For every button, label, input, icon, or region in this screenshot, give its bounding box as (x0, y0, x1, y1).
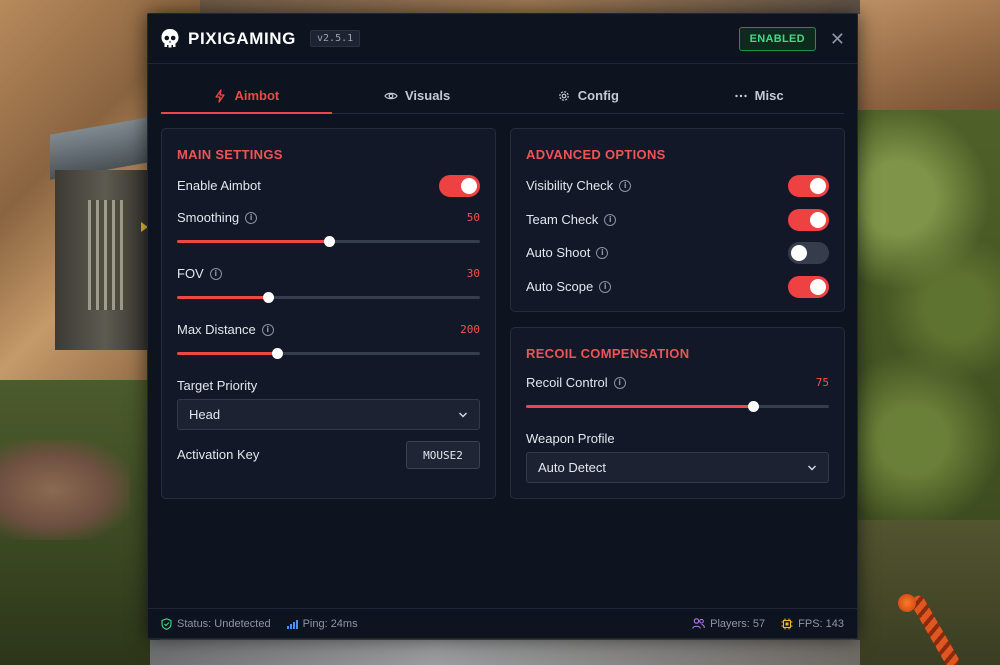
enable-aimbot-label: Enable Aimbot (177, 178, 261, 193)
info-icon[interactable]: i (619, 179, 632, 192)
skull-icon (161, 28, 179, 47)
info-icon[interactable]: i (261, 323, 274, 336)
chevron-down-icon (808, 465, 816, 470)
fov-label: FOV i (177, 266, 222, 281)
visibility-check-toggle[interactable] (788, 175, 829, 197)
weapon-profile-select[interactable]: Auto Detect (526, 452, 829, 483)
status-item: Status: Undetected (161, 618, 271, 630)
dots-icon (734, 94, 747, 97)
activation-key-button[interactable]: MOUSE2 (406, 441, 480, 469)
recoil-control-label: Recoil Control i (526, 375, 626, 390)
info-icon[interactable]: i (613, 376, 626, 389)
main-settings-card: MAIN SETTINGS Enable Aimbot Smoothing i … (161, 128, 496, 499)
slider-thumb[interactable] (748, 401, 760, 412)
auto-scope-label: Auto Scope i (526, 279, 612, 294)
smoothing-label: Smoothing i (177, 210, 258, 225)
players-item: Players: 57 (692, 618, 765, 630)
info-icon[interactable]: i (596, 246, 609, 259)
shield-check-icon (161, 617, 172, 630)
version-badge: v2.5.1 (310, 30, 361, 47)
card-title: RECOIL COMPENSATION (526, 346, 690, 361)
enabled-status-badge[interactable]: ENABLED (738, 26, 816, 51)
card-title: MAIN SETTINGS (177, 147, 283, 162)
fov-value: 30 (466, 267, 480, 280)
tab-visuals[interactable]: Visuals (332, 78, 503, 113)
cheat-menu-panel: PIXIGAMING v2.5.1 ENABLED ✕ Aimbot Visua… (147, 13, 858, 639)
close-icon[interactable]: ✕ (830, 30, 845, 48)
recoil-control-value: 75 (815, 376, 829, 389)
eye-icon (384, 92, 398, 99)
enable-aimbot-toggle[interactable] (439, 175, 480, 197)
ping-item: Ping: 24ms (286, 618, 358, 630)
chevron-down-icon (459, 412, 467, 417)
select-value: Head (189, 407, 221, 422)
recoil-compensation-card: RECOIL COMPENSATION Recoil Control i 75 … (510, 327, 845, 499)
tab-label: Visuals (404, 88, 451, 103)
info-icon[interactable]: i (599, 280, 612, 293)
users-icon (692, 618, 705, 629)
team-check-label: Team Check i (526, 212, 617, 227)
slider-thumb[interactable] (262, 292, 274, 303)
max-distance-value: 200 (460, 323, 480, 336)
cpu-icon (781, 618, 793, 629)
auto-shoot-toggle[interactable] (788, 242, 829, 264)
select-value: Auto Detect (538, 460, 606, 475)
brand-name: PIXIGAMING (188, 28, 297, 48)
logo: PIXIGAMING v2.5.1 (160, 28, 361, 50)
status-bar: Status: Undetected Ping: 24ms Players: 5… (148, 608, 857, 638)
tab-aimbot[interactable]: Aimbot (161, 78, 332, 114)
slider-thumb[interactable] (323, 236, 335, 247)
auto-shoot-label: Auto Shoot i (526, 245, 609, 260)
slider-thumb[interactable] (271, 348, 283, 359)
target-priority-select[interactable]: Head (177, 399, 480, 430)
max-distance-label: Max Distance i (177, 322, 274, 337)
weapon-profile-label: Weapon Profile (526, 431, 615, 446)
smoothing-slider[interactable] (177, 235, 480, 247)
tab-config[interactable]: Config (503, 78, 674, 113)
info-icon[interactable]: i (604, 213, 617, 226)
signal-icon (286, 619, 298, 629)
panel-header: PIXIGAMING v2.5.1 ENABLED ✕ (148, 14, 857, 64)
fps-item: FPS: 143 (781, 618, 844, 630)
visibility-check-label: Visibility Check i (526, 178, 632, 193)
recoil-control-slider[interactable] (526, 400, 829, 412)
lightning-icon (215, 88, 226, 103)
info-icon[interactable]: i (209, 267, 222, 280)
activation-key-label: Activation Key (177, 447, 260, 462)
tab-misc[interactable]: Misc (673, 78, 844, 113)
tab-label: Misc (754, 88, 784, 103)
card-title: ADVANCED OPTIONS (526, 147, 666, 162)
auto-scope-toggle[interactable] (788, 276, 829, 298)
gear-icon (558, 90, 569, 101)
target-priority-label: Target Priority (177, 378, 258, 393)
fov-slider[interactable] (177, 291, 480, 303)
tab-label: Config (577, 88, 619, 103)
advanced-options-card: ADVANCED OPTIONS Visibility Check i Team… (510, 128, 845, 312)
team-check-toggle[interactable] (788, 209, 829, 231)
max-distance-slider[interactable] (177, 347, 480, 359)
info-icon[interactable]: i (245, 211, 258, 224)
smoothing-value: 50 (466, 211, 480, 224)
tab-bar: Aimbot Visuals Config Misc (161, 78, 844, 114)
tab-label: Aimbot (234, 88, 280, 103)
